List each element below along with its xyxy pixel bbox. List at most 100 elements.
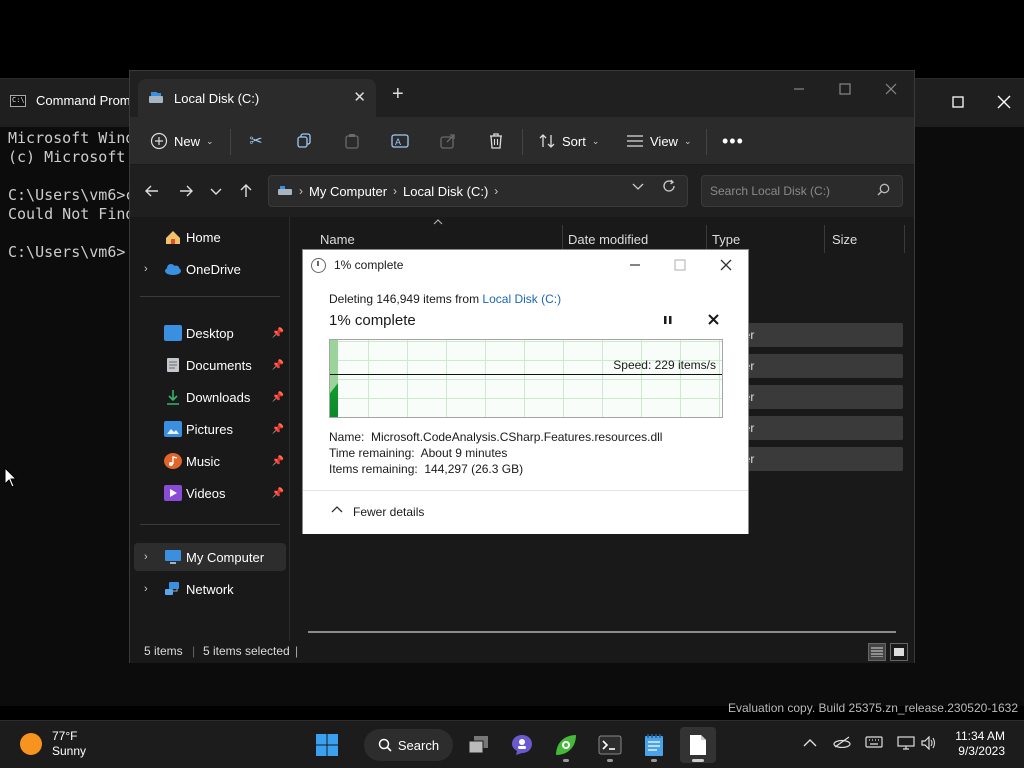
tiles-view-button[interactable]	[890, 643, 908, 661]
show-hidden-icons-button[interactable]	[803, 736, 817, 751]
close-button[interactable]	[982, 87, 1024, 117]
up-button[interactable]	[234, 179, 258, 203]
chevron-right-icon[interactable]: ›	[144, 583, 148, 595]
pin-icon[interactable]: 📌	[272, 360, 284, 371]
sort-button[interactable]: Sort ⌄	[538, 129, 599, 153]
maximize-button[interactable]	[936, 87, 980, 117]
toolbar-divider	[706, 129, 707, 155]
terminal-icon	[598, 735, 622, 755]
column-header-size[interactable]: Size	[832, 225, 857, 253]
sidebar-item-videos[interactable]: Videos 📌	[134, 479, 286, 507]
close-button[interactable]	[868, 75, 914, 103]
task-view-button[interactable]	[461, 727, 497, 763]
cut-button[interactable]: ✂	[246, 129, 266, 153]
table-row[interactable]: der	[733, 416, 903, 440]
taskbar-search-button[interactable]: Search	[364, 729, 453, 761]
taskbar: 77°F Sunny Search 11:34 AM 9/3/2023	[0, 720, 1024, 768]
close-icon	[997, 95, 1011, 109]
tab-close-icon[interactable]: ✕	[353, 88, 366, 106]
detail-value: 144,297 (26.3 GB)	[424, 462, 524, 476]
pin-icon[interactable]: 📌	[272, 456, 284, 467]
paste-button[interactable]	[342, 129, 362, 153]
sort-ascending-icon	[433, 219, 443, 225]
cmd-tab[interactable]: C:\ Command Prompt	[10, 93, 141, 108]
address-dropdown-icon[interactable]	[632, 182, 644, 195]
running-indicator	[651, 759, 657, 762]
clipboard-icon	[342, 131, 362, 151]
breadcrumb-my-computer[interactable]: My Computer	[309, 184, 387, 199]
delete-button[interactable]	[486, 129, 506, 153]
sidebar-item-pictures[interactable]: Pictures 📌	[134, 415, 286, 443]
file-explorer-app-button[interactable]	[680, 727, 716, 763]
table-row[interactable]: der	[733, 323, 903, 347]
sidebar-item-my-computer[interactable]: › My Computer	[134, 543, 286, 571]
table-row[interactable]: der	[733, 447, 903, 471]
horizontal-scrollbar[interactable]	[308, 631, 896, 633]
chevron-right-icon[interactable]: ›	[144, 263, 148, 275]
explorer-titlebar[interactable]: Local Disk (C:) ✕ +	[130, 71, 914, 117]
close-button[interactable]	[711, 254, 741, 276]
running-indicator	[607, 759, 613, 762]
toolbar-divider	[230, 129, 231, 155]
volume-icon[interactable]	[921, 735, 937, 753]
start-button[interactable]	[309, 727, 345, 763]
more-options-icon[interactable]: •••	[722, 129, 744, 153]
recent-locations-button[interactable]	[204, 179, 228, 203]
chevron-right-icon[interactable]: ›	[144, 551, 148, 563]
system-clock[interactable]: 11:34 AM 9/3/2023	[955, 729, 1005, 759]
pause-button[interactable]	[663, 314, 673, 328]
breadcrumb-local-disk[interactable]: Local Disk (C:)	[403, 184, 488, 199]
chevron-right-icon[interactable]: ›	[494, 184, 498, 198]
onedrive-tray-icon[interactable]	[833, 736, 851, 751]
view-button[interactable]: View ⌄	[626, 129, 692, 153]
address-bar[interactable]: › My Computer › Local Disk (C:) ›	[268, 175, 688, 207]
maximize-button[interactable]	[822, 75, 868, 103]
sidebar-item-documents[interactable]: Documents 📌	[134, 351, 286, 379]
desktop-icon	[164, 325, 182, 341]
sidebar-item-home[interactable]: Home	[134, 223, 286, 251]
minimize-button[interactable]	[776, 75, 822, 103]
forward-button[interactable]	[174, 179, 198, 203]
sidebar-item-music[interactable]: Music 📌	[134, 447, 286, 475]
new-button[interactable]: New ⌄	[150, 129, 214, 153]
speed-graph: Speed: 229 items/s	[329, 339, 723, 418]
details-view-button[interactable]	[868, 643, 886, 661]
maximize-button	[665, 254, 695, 276]
pin-icon[interactable]: 📌	[272, 392, 284, 403]
tab-local-disk[interactable]: Local Disk (C:) ✕	[138, 79, 376, 117]
new-label: New	[174, 133, 201, 149]
rename-button[interactable]: A	[390, 129, 410, 153]
pin-icon[interactable]: 📌	[272, 328, 284, 339]
table-row[interactable]: der	[733, 385, 903, 409]
keyboard-icon[interactable]	[865, 736, 883, 751]
rename-icon: A	[390, 131, 410, 151]
chat-app-button[interactable]	[504, 727, 540, 763]
pin-icon[interactable]: 📌	[272, 488, 284, 499]
search-input[interactable]: Search Local Disk (C:)	[701, 175, 903, 207]
minimize-icon	[794, 88, 804, 90]
column-divider[interactable]	[824, 225, 825, 253]
sidebar-item-network[interactable]: › Network	[134, 575, 286, 603]
notepad-app-button[interactable]	[636, 727, 672, 763]
delete-progress-dialog[interactable]: 1% complete Deleting 146,949 items from …	[302, 249, 749, 534]
sidebar-item-downloads[interactable]: Downloads 📌	[134, 383, 286, 411]
weather-widget[interactable]: 77°F Sunny	[20, 729, 86, 759]
destination-link[interactable]: Local Disk (C:)	[482, 292, 561, 306]
terminal-app-button[interactable]	[592, 727, 628, 763]
network-icon	[164, 581, 182, 597]
refresh-icon[interactable]	[662, 179, 676, 197]
sidebar-item-desktop[interactable]: Desktop 📌	[134, 319, 286, 347]
copy-button[interactable]	[294, 129, 314, 153]
share-button[interactable]	[438, 129, 458, 153]
network-tray-icon[interactable]	[897, 736, 915, 753]
cancel-button[interactable]	[708, 312, 719, 329]
minimize-button[interactable]	[620, 254, 650, 276]
table-row[interactable]: der	[733, 354, 903, 378]
back-button[interactable]	[140, 179, 164, 203]
pin-icon[interactable]: 📌	[272, 424, 284, 435]
fewer-details-toggle[interactable]: Fewer details	[303, 490, 748, 534]
new-tab-button[interactable]: +	[392, 83, 404, 106]
column-divider[interactable]	[904, 225, 905, 253]
app-button[interactable]	[548, 727, 584, 763]
sidebar-item-onedrive[interactable]: › OneDrive	[134, 255, 286, 283]
